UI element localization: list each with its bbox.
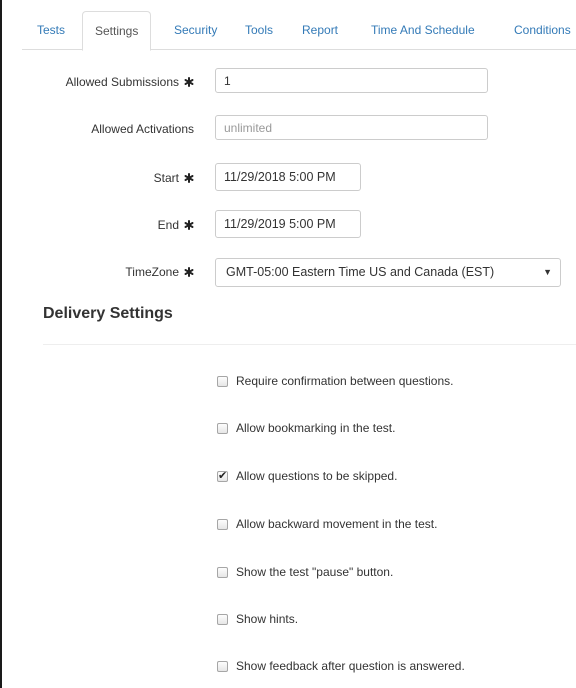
tab-time-and-schedule[interactable]: Time And Schedule (371, 11, 475, 49)
option-label: Show feedback after question is answered… (236, 659, 465, 673)
checkbox[interactable] (217, 660, 228, 672)
delivery-settings-heading: Delivery Settings (43, 305, 173, 322)
option-show-pause[interactable]: Show the test "pause" button. (217, 565, 393, 579)
option-label: Require confirmation between questions. (236, 374, 454, 388)
option-label: Allow backward movement in the test. (236, 517, 438, 531)
chevron-down-icon: ▼ (543, 267, 552, 277)
option-require-confirmation[interactable]: Require confirmation between questions. (217, 374, 453, 388)
allowed-submissions-input[interactable] (215, 68, 488, 93)
tab-tests[interactable]: Tests (37, 11, 65, 49)
option-label: Allow bookmarking in the test. (236, 421, 396, 435)
asterisk-icon (184, 173, 194, 183)
allowed-submissions-label: Allowed Submissions (66, 75, 194, 89)
tab-settings[interactable]: Settings (82, 11, 152, 51)
option-label: Show the test "pause" button. (236, 565, 394, 579)
start-date-input[interactable]: 11/29/2018 5:00 PM (215, 163, 361, 191)
option-label: Allow questions to be skipped. (236, 469, 398, 483)
checkbox[interactable] (217, 422, 228, 434)
option-show-feedback[interactable]: Show feedback after question is answered… (217, 659, 465, 673)
option-allow-backward[interactable]: Allow backward movement in the test. (217, 517, 437, 531)
option-allow-skip[interactable]: ✔ Allow questions to be skipped. (217, 469, 397, 483)
timezone-label: TimeZone (125, 265, 194, 279)
check-icon: ✔ (218, 469, 228, 482)
option-label: Show hints. (236, 612, 299, 626)
tab-report[interactable]: Report (302, 11, 338, 49)
checkbox[interactable] (217, 566, 228, 578)
tab-security[interactable]: Security (174, 11, 217, 49)
tab-bar: Tests Settings Security Tools Report Tim… (22, 11, 576, 51)
checkbox-checked[interactable]: ✔ (217, 469, 228, 482)
asterisk-icon (184, 220, 194, 230)
start-label: Start (154, 171, 194, 185)
asterisk-icon (184, 267, 194, 277)
tab-conditions[interactable]: Conditions (514, 11, 571, 49)
settings-panel: Tests Settings Security Tools Report Tim… (0, 0, 576, 688)
checkbox[interactable] (217, 613, 228, 625)
option-allow-bookmarking[interactable]: Allow bookmarking in the test. (217, 421, 395, 435)
option-show-hints[interactable]: Show hints. (217, 612, 298, 626)
checkbox[interactable] (217, 375, 228, 387)
timezone-value: GMT-05:00 Eastern Time US and Canada (ES… (226, 265, 495, 279)
end-label: End (158, 218, 194, 232)
asterisk-icon (184, 77, 194, 87)
allowed-activations-label: Allowed Activations (91, 122, 194, 136)
checkbox[interactable] (217, 518, 228, 530)
end-date-input[interactable]: 11/29/2019 5:00 PM (215, 210, 361, 238)
section-divider (43, 344, 576, 345)
allowed-activations-input[interactable] (215, 115, 488, 140)
timezone-select[interactable]: GMT-05:00 Eastern Time US and Canada (ES… (215, 258, 561, 287)
tab-tools[interactable]: Tools (245, 11, 273, 49)
